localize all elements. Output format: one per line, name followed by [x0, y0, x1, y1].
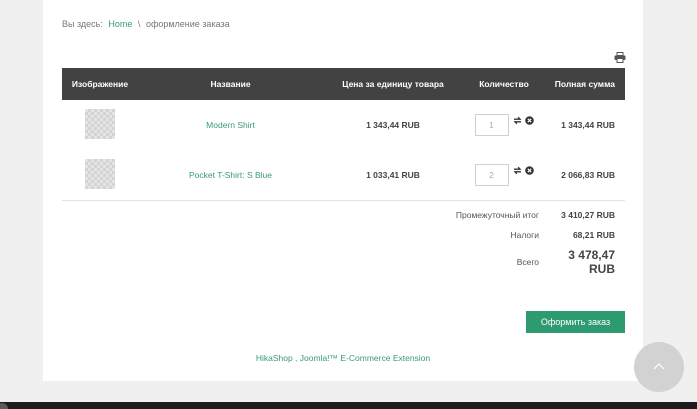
breadcrumb: Вы здесь: Home \ оформление заказа [62, 19, 230, 29]
breadcrumb-home-link[interactable]: Home [108, 19, 132, 29]
grand-total-label: Всего [516, 257, 539, 267]
refresh-icon[interactable] [513, 116, 522, 125]
subtotal-label: Промежуточный итог [455, 210, 539, 220]
scroll-to-top-button[interactable] [634, 342, 684, 392]
product-name-link[interactable]: Pocket T-Shirt: S Blue [189, 170, 272, 180]
table-divider [62, 200, 625, 201]
product-name-link[interactable]: Modern Shirt [206, 120, 255, 130]
breadcrumb-prefix: Вы здесь: [62, 19, 103, 29]
remove-icon[interactable] [524, 166, 534, 175]
grand-total-row: Всего 3 478,47 RUB [380, 248, 615, 276]
header-image: Изображение [62, 68, 138, 100]
quantity-input[interactable] [474, 114, 509, 136]
taxes-label: Налоги [510, 230, 540, 240]
header-quantity: Количество [463, 68, 545, 100]
unit-price: 1 343,44 RUB [366, 120, 420, 130]
product-thumbnail[interactable] [85, 159, 115, 189]
refresh-icon[interactable] [513, 166, 522, 175]
header-name: Название [138, 68, 323, 100]
print-icon[interactable] [614, 52, 626, 63]
header-total: Полная сумма [545, 68, 625, 100]
line-total: 1 343,44 RUB [561, 120, 615, 130]
taxes-row: Налоги 68,21 RUB [380, 230, 616, 240]
header-unit-price: Цена за единицу товара [323, 68, 463, 100]
grand-total-currency: RUB [589, 262, 615, 276]
line-total: 2 066,83 RUB [561, 170, 615, 180]
unit-price: 1 033,41 RUB [366, 170, 420, 180]
taxes-value: 68,21 RUB [572, 230, 615, 240]
grand-total-amount: 3 478,47 [568, 248, 615, 262]
footer-credit-link[interactable]: HikaShop , Joomla!™ E-Commerce Extension [43, 353, 643, 363]
checkout-button[interactable]: Оформить заказ [526, 311, 625, 333]
table-row: Modern Shirt 1 343,44 RUB 1 1 343,44 RUB [62, 100, 625, 150]
remove-icon[interactable] [524, 116, 534, 125]
cart-table: Изображение Название Цена за единицу тов… [62, 68, 625, 200]
grand-total-value: 3 478,47 RUB [555, 248, 615, 276]
chevron-up-icon [653, 362, 665, 372]
breadcrumb-separator: \ [137, 19, 141, 29]
quantity-input[interactable] [474, 164, 509, 186]
breadcrumb-current: оформление заказа [145, 19, 230, 29]
cart-table-header-row: Изображение Название Цена за единицу тов… [62, 68, 625, 100]
taskbar-strip [0, 402, 697, 409]
product-thumbnail[interactable] [85, 109, 115, 139]
subtotal-row: Промежуточный итог 3 410,27 RUB [380, 210, 615, 220]
table-row: Pocket T-Shirt: S Blue 1 033,41 RUB 2 2 … [62, 150, 625, 200]
subtotal-value: 3 410,27 RUB [561, 210, 615, 220]
